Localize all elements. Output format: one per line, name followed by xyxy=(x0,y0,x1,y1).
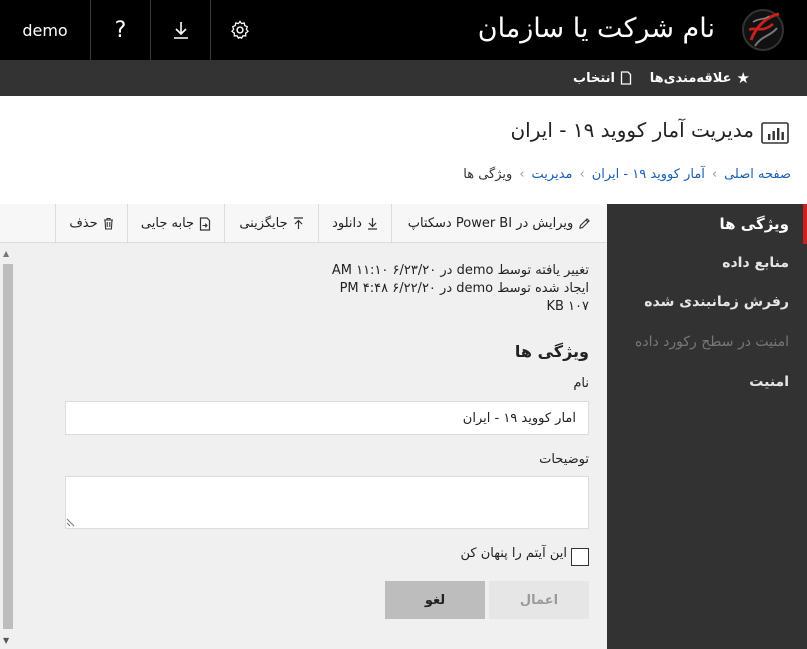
name-input[interactable] xyxy=(65,401,589,435)
vertical-scrollbar[interactable]: ▲ ▼ xyxy=(0,244,16,649)
favorites-button[interactable]: ★ علاقه‌مندی‌ها xyxy=(650,60,750,96)
replace-label: جایگزینی xyxy=(239,216,288,231)
chevron-left-icon: ‹ xyxy=(519,166,525,182)
hide-item-checkbox[interactable] xyxy=(571,548,589,566)
upload-icon xyxy=(293,217,303,229)
pencil-icon xyxy=(579,218,590,229)
help-icon: ? xyxy=(114,17,127,43)
move-file-icon xyxy=(199,216,211,231)
edit-in-desktop-button[interactable]: ویرایش در Power BI دسکتاپ xyxy=(391,204,607,243)
trash-icon xyxy=(103,217,113,230)
nav-item-security[interactable]: امنیت xyxy=(607,362,807,402)
cancel-button[interactable]: لغو xyxy=(385,581,485,619)
breadcrumb-current: ویژگی ها xyxy=(463,166,513,182)
gear-icon xyxy=(231,20,249,39)
user-name: demo xyxy=(22,20,68,40)
nav-item-data-sources[interactable]: منابع داده xyxy=(607,243,807,283)
apply-button[interactable]: اعمال xyxy=(489,581,589,619)
user-menu-button[interactable]: demo xyxy=(0,0,91,60)
replace-button[interactable]: جایگزینی xyxy=(224,204,318,243)
download-report-button[interactable]: دانلود xyxy=(318,204,391,243)
breadcrumb-manage[interactable]: مدیریت xyxy=(532,167,573,182)
select-label: انتخاب xyxy=(573,70,615,86)
properties-panel: ویرایش در Power BI دسکتاپ دانلود جایگزین… xyxy=(0,204,607,649)
nav-item-scheduled-refresh[interactable]: رفرش زمانبندی شده xyxy=(607,282,807,322)
favorites-label: علاقه‌مندی‌ها xyxy=(649,70,732,86)
download-icon xyxy=(367,218,377,230)
top-bar: demo ? نام شرکت یا سازمان xyxy=(0,0,807,60)
scroll-up-icon[interactable]: ▲ xyxy=(3,249,9,258)
move-button[interactable]: جابه جایی xyxy=(127,204,224,243)
name-label: نام xyxy=(573,376,589,391)
edit-label: ویرایش در Power BI دسکتاپ xyxy=(407,216,574,231)
resize-grip-icon[interactable] xyxy=(66,517,76,527)
page-icon xyxy=(620,71,632,85)
description-input[interactable] xyxy=(65,476,589,529)
nav-item-properties[interactable]: ویژگی ها xyxy=(607,204,807,244)
move-label: جابه جایی xyxy=(140,216,195,231)
created-info: ایجاد شده توسط demo در ۶/۲۲/۲۰ ۴:۴۸ PM xyxy=(339,281,589,296)
scrollbar-thumb[interactable] xyxy=(3,264,13,629)
description-label: توضیحات xyxy=(539,452,589,467)
nav-item-row-level-security: امنیت در سطح رکورد داده xyxy=(635,334,789,350)
settings-navigation: ویژگی ها منابع داده رفرش زمانبندی شده ام… xyxy=(607,204,807,649)
star-icon: ★ xyxy=(736,69,750,87)
chevron-left-icon: ‹ xyxy=(711,166,718,182)
page-header xyxy=(0,96,807,204)
file-size: ۱۰۷ KB xyxy=(546,299,589,314)
section-title: ویژگی ها xyxy=(514,342,589,361)
scroll-down-icon[interactable]: ▼ xyxy=(3,636,9,645)
brand-title: نام شرکت یا سازمان xyxy=(477,13,715,44)
select-button[interactable]: انتخاب xyxy=(573,60,632,96)
help-button[interactable]: ? xyxy=(91,0,151,60)
company-logo-icon xyxy=(742,9,784,51)
report-metadata: تغییر یافته توسط demo در ۶/۲۳/۲۰ ۱۱:۱۰ A… xyxy=(29,262,589,316)
chevron-left-icon: ‹ xyxy=(579,166,585,182)
modified-info: تغییر یافته توسط demo در ۶/۲۳/۲۰ ۱۱:۱۰ A… xyxy=(331,263,589,278)
page-title: مدیریت آمار کووید ۱۹ - ایران xyxy=(510,118,754,142)
download-icon xyxy=(173,22,188,39)
delete-button[interactable]: حذف xyxy=(55,204,127,243)
download-label: دانلود xyxy=(332,216,362,231)
breadcrumb: صفحه اصلی ‹ آمار کووید ۱۹ - ایران ‹ مدیر… xyxy=(463,164,791,184)
report-chart-icon xyxy=(761,122,789,144)
toolbar: ویرایش در Power BI دسکتاپ دانلود جایگزین… xyxy=(0,204,607,243)
breadcrumb-home[interactable]: صفحه اصلی xyxy=(724,167,791,182)
secondary-bar: ★ علاقه‌مندی‌ها انتخاب xyxy=(0,60,807,96)
download-button[interactable] xyxy=(151,0,211,60)
settings-button[interactable] xyxy=(211,0,269,60)
hide-item-label: این آیتم را پنهان کن xyxy=(460,546,567,561)
breadcrumb-report[interactable]: آمار کووید ۱۹ - ایران xyxy=(592,167,705,182)
delete-label: حذف xyxy=(69,216,98,231)
